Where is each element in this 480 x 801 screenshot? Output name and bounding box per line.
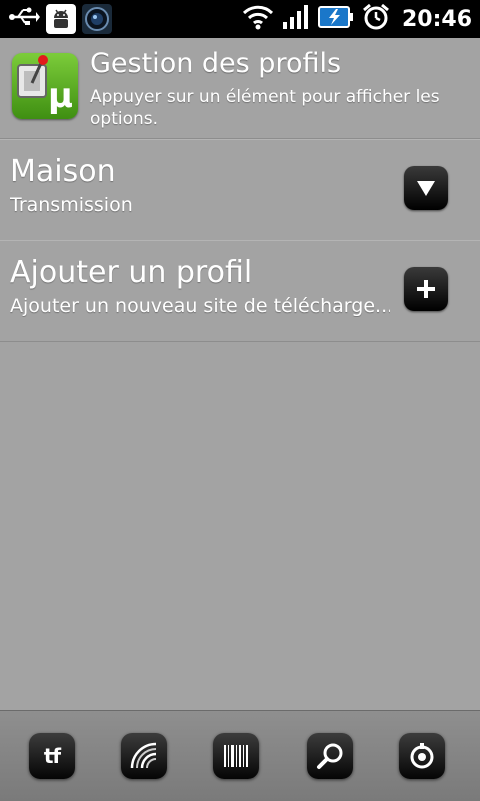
- settings-icon: [410, 743, 434, 769]
- barcode-scan-icon: [224, 745, 248, 767]
- search-icon: [317, 743, 343, 769]
- add-profile-title: Ajouter un profil: [10, 255, 253, 290]
- camera-app-icon: [82, 4, 112, 34]
- profile-subtitle: Transmission: [10, 194, 133, 216]
- rss-feed-icon: [130, 742, 157, 769]
- page-title: Gestion des profils: [90, 48, 342, 79]
- usb-icon: [8, 6, 40, 32]
- profile-item-maison[interactable]: Maison Transmission: [0, 139, 480, 241]
- alarm-icon: [362, 3, 390, 35]
- android-debug-icon: [46, 4, 76, 34]
- profile-item-add[interactable]: Ajouter un profil Ajouter un nouveau sit…: [0, 240, 480, 342]
- torrent-files-button[interactable]: tf: [29, 733, 75, 779]
- svg-text:µ: µ: [48, 76, 73, 116]
- system-icons: 20:46: [242, 3, 472, 35]
- rss-feed-button[interactable]: [121, 733, 167, 779]
- add-icon: [417, 280, 435, 298]
- utorrent-remote-icon: µ: [12, 53, 78, 119]
- page-subtitle: Appuyer sur un élément pour afficher les…: [90, 87, 440, 129]
- profile-options-button[interactable]: [404, 166, 448, 210]
- profile-title: Maison: [10, 154, 116, 189]
- torrent-files-icon: tf: [43, 744, 61, 768]
- add-profile-subtitle: Ajouter un nouveau site de télécharge...: [10, 295, 390, 317]
- screen-header: µ Gestion des profils Appuyer sur un élé…: [0, 38, 480, 139]
- bottom-toolbar: tf: [0, 710, 480, 801]
- settings-button[interactable]: [399, 733, 445, 779]
- barcode-scan-button[interactable]: [213, 733, 259, 779]
- wifi-icon: [242, 4, 274, 34]
- status-bar: 20:46: [0, 0, 480, 38]
- add-profile-button[interactable]: [404, 267, 448, 311]
- notification-icons: [8, 3, 112, 35]
- clock: 20:46: [401, 6, 472, 32]
- battery-charging-icon: [317, 5, 354, 33]
- signal-icon: [282, 4, 310, 34]
- search-button[interactable]: [307, 733, 353, 779]
- dropdown-arrow-icon: [417, 181, 435, 196]
